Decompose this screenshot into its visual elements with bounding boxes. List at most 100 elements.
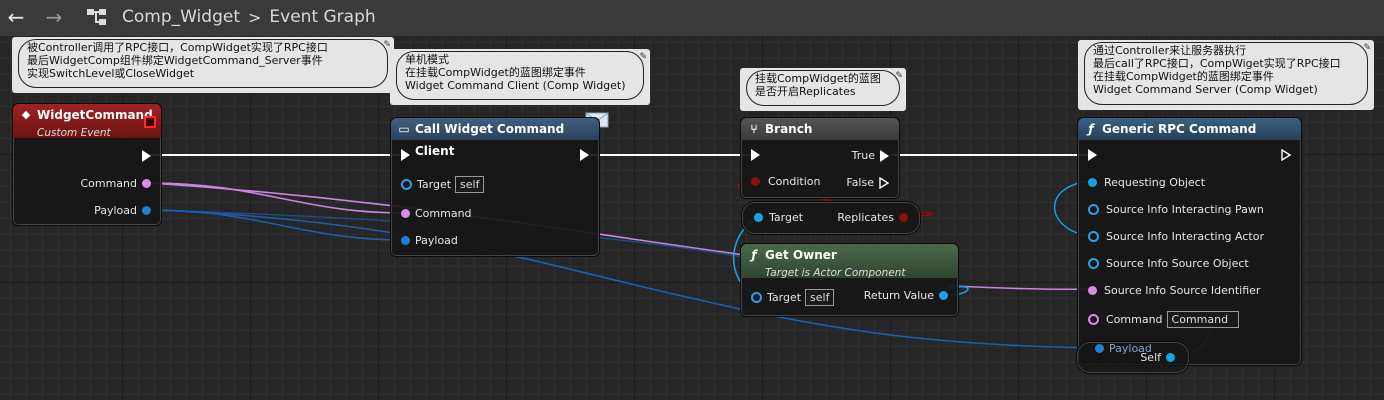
pin-label: Source Info Interacting Pawn <box>1106 203 1264 216</box>
object-pin-icon <box>142 206 151 215</box>
pin-label: Self <box>1140 351 1161 364</box>
exec-in-pin[interactable] <box>1088 149 1097 161</box>
pin-icon[interactable]: ✎ <box>639 51 647 64</box>
pin-label: Condition <box>768 175 821 188</box>
command-in-pin[interactable]: Command <box>401 207 472 220</box>
pin-label: Source Info Source Object <box>1106 257 1249 270</box>
node-title: Get Owner <box>765 248 837 262</box>
target-field[interactable]: self <box>805 289 835 306</box>
object-pin-icon <box>1166 353 1175 362</box>
pin-label: Payload <box>94 204 137 217</box>
pin-label: Source Info Interacting Actor <box>1106 230 1264 243</box>
comment-line: 挂载CompWidget的蓝图 <box>755 72 881 85</box>
comment-box[interactable]: 单机模式 在挂载CompWidget的蓝图绑定事件 Widget Command… <box>390 49 650 105</box>
pin-icon[interactable]: ✎ <box>1363 42 1371 55</box>
comment-line: 最后WidgetComp组件绑定WidgetCommand_Server事件 <box>27 54 323 67</box>
exec-out-pin[interactable] <box>1281 149 1291 161</box>
bool-pin-icon <box>751 177 760 186</box>
object-pin-icon <box>1088 258 1099 269</box>
source-identifier-pin[interactable]: Source Info Source Identifier <box>1088 284 1260 297</box>
comment-box[interactable]: 挂载CompWidget的蓝图 是否开启Replicates ✎ <box>740 68 906 111</box>
object-pin-icon <box>754 213 763 222</box>
back-arrow-icon[interactable]: ← <box>4 6 28 28</box>
false-out-pin[interactable]: False <box>846 176 889 189</box>
function-icon: ƒ <box>751 248 757 262</box>
interacting-pawn-pin[interactable]: Source Info Interacting Pawn <box>1088 203 1264 216</box>
get-replicates-node[interactable]: Target Replicates <box>741 201 921 235</box>
node-title: WidgetCommand <box>37 108 153 122</box>
editor-toolbar: ← → Comp_Widget > Event Graph <box>0 0 1384 37</box>
exec-in-pin[interactable] <box>751 149 760 161</box>
target-in-pin[interactable]: Target self <box>401 176 485 193</box>
node-header[interactable]: ◆ WidgetCommand Custom Event <box>13 104 161 139</box>
comment-box[interactable]: 被Controller调用了RPC接口，CompWidget实现了RPC接口 最… <box>12 37 394 93</box>
comment-line: 单机模式 <box>405 53 449 66</box>
comment-line: Widget Command Server (Comp Widget) <box>1093 83 1318 96</box>
comment-line: 在挂载CompWidget的蓝图绑定事件 <box>405 66 586 79</box>
object-pin-icon <box>751 292 762 303</box>
breadcrumb: Comp_Widget > Event Graph <box>86 4 376 30</box>
pin-label: Replicates <box>837 211 894 224</box>
command-out-pin[interactable]: Command <box>80 177 151 190</box>
comment-line: 最后call了RPC接口，CompWiget实现了RPC接口 <box>1093 57 1341 70</box>
custom-event-node[interactable]: ◆ WidgetCommand Custom Event Command Pay… <box>12 103 162 226</box>
return-value-out-pin[interactable]: Return Value <box>864 289 948 302</box>
node-header[interactable]: ⑂ Branch <box>741 118 899 140</box>
self-out-pin[interactable]: Self <box>1140 351 1175 364</box>
object-pin-icon <box>1088 231 1099 242</box>
pin-label: True <box>851 149 875 162</box>
interacting-actor-pin[interactable]: Source Info Interacting Actor <box>1088 230 1264 243</box>
target-in-pin[interactable]: Target <box>754 211 803 224</box>
command-in-pin[interactable]: Command Command <box>1088 311 1239 328</box>
target-in-pin[interactable]: Target self <box>751 289 835 306</box>
comment-line: 在挂载CompWidget的蓝图绑定事件 <box>1093 70 1274 83</box>
comment-line: 是否开启Replicates <box>755 85 856 98</box>
true-out-pin[interactable]: True <box>852 149 889 162</box>
breadcrumb-blueprint[interactable]: Comp_Widget <box>122 7 240 27</box>
delegate-pin-icon[interactable] <box>144 116 156 128</box>
comment-line: 通过Controller来让服务器执行 <box>1093 44 1247 57</box>
pin-label: Source Info Source Identifier <box>1104 284 1261 297</box>
exec-in-pin[interactable] <box>401 149 410 161</box>
node-header[interactable]: ƒ Get Owner Target is Actor Component <box>741 244 958 279</box>
get-owner-node[interactable]: ƒ Get Owner Target is Actor Component Ta… <box>740 243 959 317</box>
object-pin-icon <box>939 291 948 300</box>
replicates-out-pin[interactable]: Replicates <box>837 211 908 224</box>
pin-label: Target <box>417 178 452 191</box>
exec-out-pin[interactable] <box>580 149 589 161</box>
self-node[interactable]: Payload Self <box>1076 341 1190 374</box>
breadcrumb-graph[interactable]: Event Graph <box>269 7 375 27</box>
node-title: Branch <box>765 122 813 136</box>
pin-label: Command <box>415 207 472 220</box>
object-pin-icon <box>1088 178 1097 187</box>
payload-out-pin[interactable]: Payload <box>94 204 151 217</box>
pin-label: Target <box>769 211 804 224</box>
graph-icon <box>87 9 106 25</box>
pin-label: Command <box>1106 313 1163 326</box>
event-diamond-icon: ◆ <box>21 108 31 121</box>
generic-rpc-node[interactable]: ƒ Generic RPC Command Requesting Object … <box>1077 117 1302 366</box>
source-object-pin[interactable]: Source Info Source Object <box>1088 257 1249 270</box>
node-header[interactable]: ƒ Generic RPC Command <box>1078 118 1301 140</box>
node-title: Generic RPC Command <box>1102 122 1257 136</box>
comment-box[interactable]: 通过Controller来让服务器执行 最后call了RPC接口，CompWig… <box>1078 40 1374 110</box>
pin-label: Requesting Object <box>1104 176 1206 189</box>
message-icon: ▭ <box>398 122 410 136</box>
condition-in-pin[interactable]: Condition <box>751 175 821 188</box>
object-pin-icon <box>1088 204 1099 215</box>
command-field[interactable]: Command <box>1166 311 1239 328</box>
pin-label: Target <box>767 291 802 304</box>
node-subtitle: Target is Actor Component <box>765 267 906 279</box>
target-field[interactable]: self <box>455 176 485 193</box>
payload-in-pin[interactable]: Payload <box>401 234 458 247</box>
forward-arrow-icon[interactable]: → <box>42 6 66 28</box>
exec-out-pin[interactable] <box>142 150 151 162</box>
function-call-node[interactable]: ▭ Call Widget Command Client Target self… <box>390 117 600 257</box>
pin-icon[interactable]: ✎ <box>895 70 903 83</box>
struct-pin-icon <box>142 179 151 188</box>
branch-node[interactable]: ⑂ Branch True Condition False <box>740 117 900 199</box>
comment-line: Widget Command Client (Comp Widget) <box>405 79 626 92</box>
node-subtitle: Custom Event <box>37 127 111 139</box>
requesting-object-pin[interactable]: Requesting Object <box>1088 176 1205 189</box>
node-header[interactable]: ▭ Call Widget Command Client <box>391 118 599 158</box>
